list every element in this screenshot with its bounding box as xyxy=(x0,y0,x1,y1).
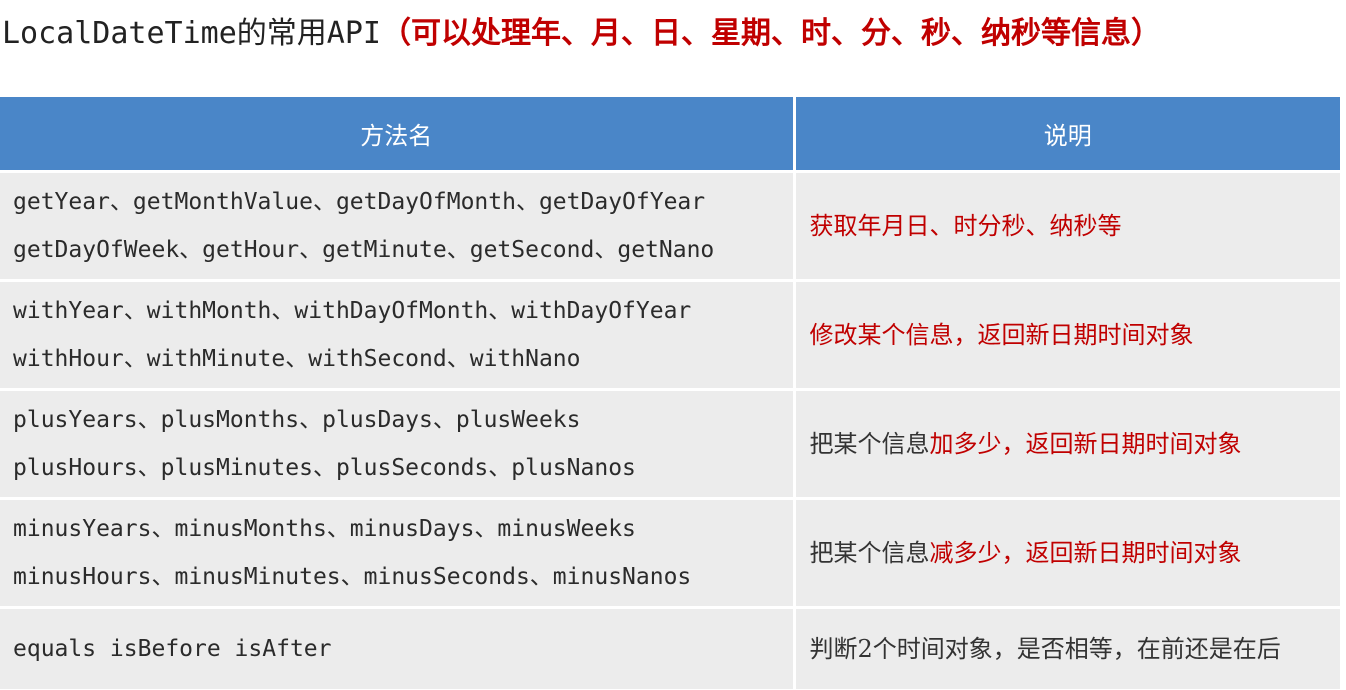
page-title: LocalDateTime的常用API（可以处理年、月、日、星期、时、分、秒、纳… xyxy=(2,12,1161,56)
title-highlight: （可以处理年、月、日、星期、时、分、秒、纳秒等信息） xyxy=(380,16,1161,51)
table-row: minusYears、minusMonths、minusDays、minusWe… xyxy=(0,497,1340,608)
desc-highlight: 加多少，返回新日期时间对象 xyxy=(929,430,1242,458)
desc-highlight: 减多少，返回新日期时间对象 xyxy=(929,539,1242,567)
method-cell: plusYears、plusMonths、plusDays、plusWeeks … xyxy=(0,388,796,499)
header-description: 说明 xyxy=(794,97,1340,172)
method-cell: equals isBefore isAfter xyxy=(0,606,796,689)
table-row: plusYears、plusMonths、plusDays、plusWeeks … xyxy=(0,388,1340,499)
description-cell: 判断2个时间对象，是否相等，在前还是在后 xyxy=(794,606,1340,689)
method-line: getDayOfWeek、getHour、getMinute、getSecond… xyxy=(13,237,715,263)
desc-text: 把某个信息 xyxy=(809,539,930,567)
method-cell: withYear、withMonth、withDayOfMonth、withDa… xyxy=(0,279,796,390)
method-line: equals isBefore isAfter xyxy=(13,636,332,662)
method-line: withHour、withMinute、withSecond、withNano xyxy=(13,346,581,372)
method-line: minusYears、minusMonths、minusDays、minusWe… xyxy=(13,516,636,542)
method-cell: getYear、getMonthValue、getDayOfMonth、getD… xyxy=(0,170,796,281)
method-line: plusHours、plusMinutes、plusSeconds、plusNa… xyxy=(13,455,636,481)
header-method-name: 方法名 xyxy=(0,97,796,172)
title-prefix: LocalDateTime的常用API xyxy=(2,16,381,51)
table-header-row: 方法名 说明 xyxy=(0,97,1340,172)
method-line: minusHours、minusMinutes、minusSeconds、min… xyxy=(13,564,692,590)
method-cell: minusYears、minusMonths、minusDays、minusWe… xyxy=(0,497,796,608)
description-cell: 把某个信息减多少，返回新日期时间对象 xyxy=(794,497,1340,608)
method-line: plusYears、plusMonths、plusDays、plusWeeks xyxy=(13,407,581,433)
table-row: withYear、withMonth、withDayOfMonth、withDa… xyxy=(0,279,1340,390)
desc-text: 判断2个时间对象，是否相等，在前还是在后 xyxy=(809,635,1281,663)
table-row: equals isBefore isAfter 判断2个时间对象，是否相等，在前… xyxy=(0,606,1340,689)
desc-highlight: 修改某个信息，返回新日期时间对象 xyxy=(809,321,1194,349)
desc-highlight: 获取年月日、时分秒、纳秒等 xyxy=(809,212,1122,240)
description-cell: 修改某个信息，返回新日期时间对象 xyxy=(794,279,1340,390)
desc-text: 把某个信息 xyxy=(809,430,930,458)
method-line: withYear、withMonth、withDayOfMonth、withDa… xyxy=(13,298,692,324)
table-row: getYear、getMonthValue、getDayOfMonth、getD… xyxy=(0,170,1340,281)
api-table: 方法名 说明 getYear、getMonthValue、getDayOfMon… xyxy=(0,97,1340,689)
description-cell: 把某个信息加多少，返回新日期时间对象 xyxy=(794,388,1340,499)
description-cell: 获取年月日、时分秒、纳秒等 xyxy=(794,170,1340,281)
method-line: getYear、getMonthValue、getDayOfMonth、getD… xyxy=(13,189,706,215)
